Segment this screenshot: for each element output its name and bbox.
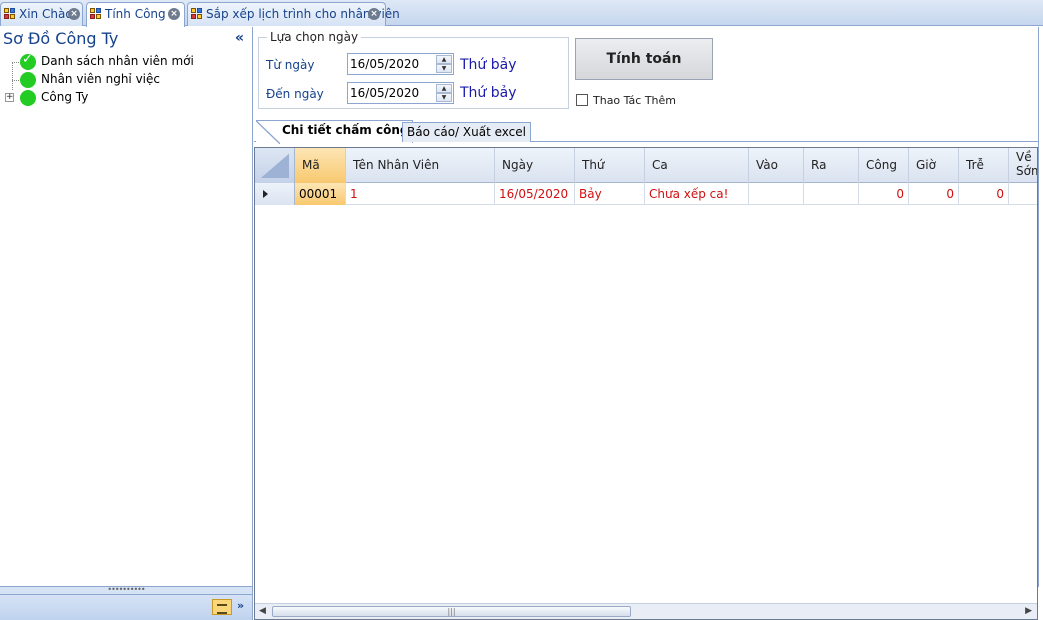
tab-label: Tính Công — [105, 7, 166, 21]
right-border — [1038, 27, 1043, 587]
row-indicator-icon[interactable] — [255, 183, 295, 205]
cell-check-out[interactable] — [804, 183, 859, 205]
column-header[interactable]: Tên Nhân Viên — [346, 148, 495, 183]
to-weekday: Thứ bảy — [460, 85, 517, 101]
tree-item-label: Nhân viên nghỉ việc — [41, 72, 160, 86]
close-icon[interactable]: × — [168, 8, 180, 20]
table-row[interactable]: 00001 1 16/05/2020 Bảy Chưa xếp ca! 0 0 … — [255, 183, 1037, 205]
green-status-icon — [20, 90, 36, 106]
from-date-picker[interactable]: 16/05/2020 ▲ ▼ — [347, 53, 454, 75]
cell-check-in[interactable] — [749, 183, 804, 205]
close-icon[interactable]: × — [68, 8, 80, 20]
column-header[interactable]: Trễ — [959, 148, 1009, 183]
group-legend: Lựa chọn ngày — [267, 30, 362, 44]
from-date-value: 16/05/2020 — [350, 57, 420, 71]
tab-sap-xep-lich-trinh[interactable]: Sắp xếp lịch trình cho nhân viên × — [187, 2, 400, 26]
column-header[interactable]: Ngày — [495, 148, 575, 183]
extra-actions-checkbox[interactable] — [576, 94, 588, 106]
column-header[interactable]: Thứ — [575, 148, 645, 183]
splitter-grip[interactable]: •••••••••• — [0, 586, 252, 594]
panel-title: Sơ Đồ Công Ty — [3, 29, 119, 48]
column-header[interactable]: Vào — [749, 148, 804, 183]
panel-header: Sơ Đồ Công Ty « — [0, 27, 252, 51]
horizontal-scrollbar[interactable]: ◀ ||| ▶ — [255, 603, 1037, 619]
date-selection-group: Lựa chọn ngày Từ ngày 16/05/2020 ▲ ▼ Thứ … — [258, 30, 569, 109]
panel-footer: » — [0, 594, 252, 620]
attendance-grid: Mã Tên Nhân Viên Ngày Thứ Ca Vào Ra Công… — [254, 147, 1038, 620]
cell-employee-code[interactable]: 00001 — [295, 183, 346, 205]
company-tree-panel: Sơ Đồ Công Ty « Danh sách nhân viên mới … — [0, 27, 253, 620]
column-header[interactable]: Ra — [804, 148, 859, 183]
from-date-label: Từ ngày — [266, 58, 315, 72]
document-tab-bar: Xin Chào × Tính Công × Sắp xếp lịch trìn… — [0, 0, 1043, 27]
cell-weekday[interactable]: Bảy — [575, 183, 645, 205]
module-icon — [90, 8, 102, 20]
column-header[interactable]: Công — [859, 148, 909, 183]
column-header[interactable]: Ca — [645, 148, 749, 183]
tree-item-label: Danh sách nhân viên mới — [41, 54, 194, 68]
cell-late[interactable]: 0 — [959, 183, 1009, 205]
cell-employee-name[interactable]: 1 — [346, 183, 495, 205]
timesheet-main-panel: Lựa chọn ngày Từ ngày 16/05/2020 ▲ ▼ Thứ … — [254, 27, 1043, 620]
column-header[interactable]: Về Sớm — [1009, 148, 1037, 183]
green-status-icon — [20, 72, 36, 88]
cell-early-leave[interactable] — [1009, 183, 1037, 205]
calculate-button[interactable]: Tính toán — [575, 38, 713, 80]
to-date-picker[interactable]: 16/05/2020 ▲ ▼ — [347, 82, 454, 104]
scroll-right-icon[interactable]: ▶ — [1025, 606, 1032, 616]
more-options-icon[interactable]: » — [237, 599, 244, 612]
date-spinner[interactable]: ▲ ▼ — [436, 84, 452, 102]
expand-icon[interactable]: + — [5, 93, 14, 102]
tree-item-new-employees[interactable]: Danh sách nhân viên mới — [0, 52, 252, 71]
spin-down-icon[interactable]: ▼ — [436, 64, 452, 73]
cell-workday[interactable]: 0 — [859, 183, 909, 205]
select-all-corner[interactable] — [255, 148, 295, 183]
column-header[interactable]: Giờ — [909, 148, 959, 183]
to-date-value: 16/05/2020 — [350, 86, 420, 100]
company-tree: Danh sách nhân viên mới Nhân viên nghỉ v… — [0, 52, 252, 107]
spin-up-icon[interactable]: ▲ — [436, 84, 452, 93]
tree-item-label: Công Ty — [41, 90, 89, 104]
collapse-icon[interactable]: « — [235, 30, 244, 46]
module-icon — [191, 8, 203, 20]
tab-attendance-detail[interactable]: Chi tiết chấm công — [256, 120, 414, 144]
tab-xin-chao[interactable]: Xin Chào × — [0, 2, 83, 26]
close-icon[interactable]: × — [368, 8, 380, 20]
tree-item-resigned-employees[interactable]: Nhân viên nghỉ việc — [0, 62, 252, 89]
cell-shift[interactable]: Chưa xếp ca! — [645, 183, 749, 205]
grid-header: Mã Tên Nhân Viên Ngày Thứ Ca Vào Ra Công… — [255, 148, 1037, 183]
tree-item-company[interactable]: + Công Ty — [0, 80, 252, 107]
cell-date[interactable]: 16/05/2020 — [495, 183, 575, 205]
spin-up-icon[interactable]: ▲ — [436, 55, 452, 64]
spin-down-icon[interactable]: ▼ — [436, 93, 452, 102]
tab-report-export[interactable]: Báo cáo/ Xuất excel — [402, 122, 531, 142]
check-status-icon — [20, 52, 36, 70]
extra-actions-label: Thao Tác Thêm — [593, 94, 677, 107]
column-header[interactable]: Mã — [295, 148, 346, 183]
tab-label: Xin Chào — [19, 7, 73, 21]
cell-hours[interactable]: 0 — [909, 183, 959, 205]
date-spinner[interactable]: ▲ ▼ — [436, 55, 452, 73]
from-weekday: Thứ bảy — [460, 57, 517, 73]
detail-tab-bar: Chi tiết chấm công Báo cáo/ Xuất excel — [254, 119, 1043, 144]
tab-tinh-cong[interactable]: Tính Công × — [86, 2, 185, 27]
to-date-label: Đến ngày — [266, 87, 324, 101]
scroll-left-icon[interactable]: ◀ — [259, 606, 266, 616]
scroll-thumb[interactable]: ||| — [272, 606, 631, 617]
module-icon — [4, 8, 16, 20]
navigation-pane-icon[interactable] — [212, 599, 232, 615]
